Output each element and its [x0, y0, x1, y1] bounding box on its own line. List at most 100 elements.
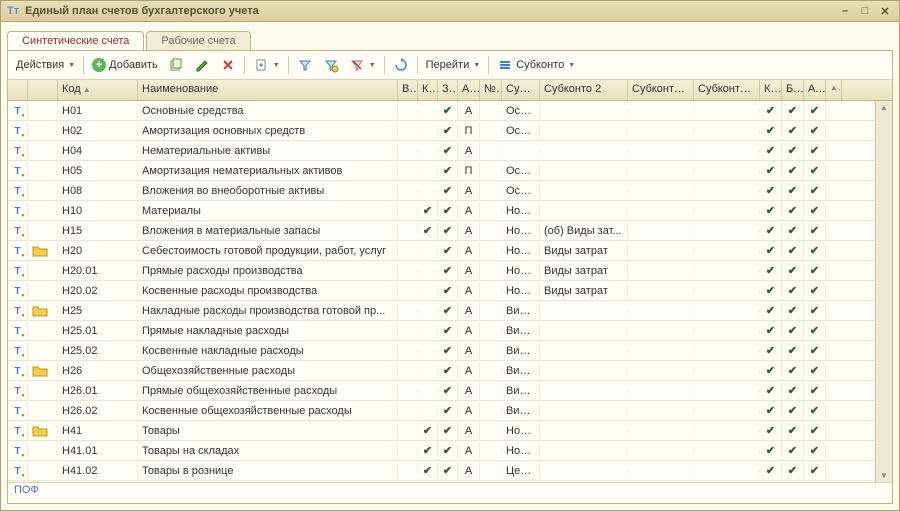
- row-type-icon: Т: [14, 286, 20, 297]
- cell-a: А: [458, 363, 480, 379]
- table-row[interactable]: ТН10Материалы✔✔АНом...✔✔✔: [8, 201, 875, 221]
- table-row[interactable]: ТН25Накладные расходы производства готов…: [8, 301, 875, 321]
- cell-sub4: [694, 149, 760, 153]
- subkonto-menu[interactable]: Субконто▼: [493, 55, 579, 75]
- refresh-button[interactable]: [389, 55, 413, 75]
- cell-bu: ✔: [782, 302, 804, 319]
- cell-bu: ✔: [782, 202, 804, 219]
- actions-menu[interactable]: Действия▼: [12, 55, 79, 75]
- refresh-icon: [393, 57, 409, 73]
- cell-name: Вложения в материальные запасы: [138, 223, 398, 239]
- col-sub1[interactable]: Суб...: [502, 80, 540, 100]
- tab-working[interactable]: Рабочие счета: [146, 31, 250, 50]
- table-row[interactable]: ТН04Нематериальные активы✔А✔✔✔: [8, 141, 875, 161]
- edit-button[interactable]: [190, 55, 214, 75]
- col-folder[interactable]: [28, 80, 58, 100]
- move-button[interactable]: ▼: [249, 55, 284, 75]
- cell-bu: ✔: [782, 362, 804, 379]
- filter-button[interactable]: [293, 55, 317, 75]
- col-scroll-head[interactable]: ▲: [826, 80, 842, 100]
- cell-bu: ✔: [782, 182, 804, 199]
- cell-n: [480, 369, 502, 373]
- add-copy-button[interactable]: [164, 55, 188, 75]
- col-n[interactable]: №..: [480, 80, 502, 100]
- maximize-button[interactable]: □: [857, 4, 873, 18]
- table-row[interactable]: ТН26.01Прямые общехозяйственные расходы✔…: [8, 381, 875, 401]
- cell-code: Н04: [58, 143, 138, 159]
- scrollbar[interactable]: ▲ ▼: [875, 101, 892, 482]
- scroll-down-icon[interactable]: ▼: [880, 469, 888, 482]
- table-row[interactable]: ТН05Амортизация нематериальных активов✔П…: [8, 161, 875, 181]
- table-row[interactable]: ТН20Себестоимость готовой продукции, раб…: [8, 241, 875, 261]
- close-button[interactable]: ✕: [877, 4, 893, 18]
- cell-sub1: Ном...: [502, 243, 540, 259]
- table-row[interactable]: ТН01Основные средства✔АОсн...✔✔✔: [8, 101, 875, 121]
- col-sub2[interactable]: Субконто 2: [540, 80, 628, 100]
- cell-k: [418, 269, 438, 273]
- cell-sub4: [694, 169, 760, 173]
- cell-sub4: [694, 189, 760, 193]
- goto-menu[interactable]: Перейти▼: [422, 55, 485, 75]
- cell-au: ✔: [804, 162, 826, 179]
- col-code[interactable]: Код▲: [58, 80, 138, 100]
- cell-sub3: [628, 309, 694, 313]
- cell-sub1: Вид...: [502, 403, 540, 419]
- cell-sub1: Цен...: [502, 463, 540, 479]
- table-row[interactable]: ТН41.02Товары в рознице✔✔АЦен...✔✔✔: [8, 461, 875, 481]
- cell-sub3: [628, 229, 694, 233]
- table-row[interactable]: ТН02Амортизация основных средств✔ПОсн...…: [8, 121, 875, 141]
- col-a[interactable]: А...: [458, 80, 480, 100]
- cell-sub1: Ном...: [502, 263, 540, 279]
- cell-sub3: [628, 429, 694, 433]
- filter-off-button[interactable]: ▼: [345, 55, 380, 75]
- cell-z: ✔: [438, 302, 458, 319]
- cell-k: ✔: [418, 202, 438, 219]
- col-k[interactable]: К...: [418, 80, 438, 100]
- table-row[interactable]: ТН41.01Товары на складах✔✔АНом...✔✔✔: [8, 441, 875, 461]
- col-sub4[interactable]: Субконто 4: [694, 80, 760, 100]
- add-button[interactable]: +Добавить: [88, 55, 162, 75]
- scroll-up-icon[interactable]: ▲: [880, 101, 888, 114]
- minimize-button[interactable]: –: [837, 4, 853, 18]
- delete-button[interactable]: [216, 55, 240, 75]
- cell-z: ✔: [438, 442, 458, 459]
- col-v[interactable]: В...: [398, 80, 418, 100]
- cell-ku: ✔: [760, 282, 782, 299]
- cell-bu: ✔: [782, 322, 804, 339]
- cell-au: ✔: [804, 442, 826, 459]
- row-type-icon: Т: [14, 126, 20, 137]
- cell-z: ✔: [438, 402, 458, 419]
- table-row[interactable]: ТН15Вложения в материальные запасы✔✔АНом…: [8, 221, 875, 241]
- cell-sub3: [628, 469, 694, 473]
- table-row[interactable]: ТН25.02Косвенные накладные расходы✔АВид.…: [8, 341, 875, 361]
- tab-synthetic[interactable]: Синтетические счета: [7, 31, 144, 50]
- col-z[interactable]: З...: [438, 80, 458, 100]
- cell-sub3: [628, 349, 694, 353]
- toolbar: Действия▼ +Добавить ▼ ▼ Перейти▼ Субконт…: [8, 51, 892, 80]
- col-name[interactable]: Наименование: [138, 80, 398, 100]
- col-bu[interactable]: БУ: [782, 80, 804, 100]
- cell-name: Амортизация основных средств: [138, 123, 398, 139]
- cell-bu: ✔: [782, 102, 804, 119]
- cell-n: [480, 289, 502, 293]
- cell-sub1: Вид...: [502, 383, 540, 399]
- grid-body[interactable]: ТН01Основные средства✔АОсн...✔✔✔ТН02Амор…: [8, 101, 875, 482]
- col-sub3[interactable]: Субконто 3: [628, 80, 694, 100]
- table-row[interactable]: ТН20.01Прямые расходы производства✔АНом.…: [8, 261, 875, 281]
- col-au[interactable]: АУ: [804, 80, 826, 100]
- col-ku[interactable]: КУ: [760, 80, 782, 100]
- table-row[interactable]: ТН25.01Прямые накладные расходы✔АВид...✔…: [8, 321, 875, 341]
- filter2-button[interactable]: [319, 55, 343, 75]
- table-row[interactable]: ТН41Товары✔✔АНом...✔✔✔: [8, 421, 875, 441]
- table-row[interactable]: ТН26.02Косвенные общехозяйственные расхо…: [8, 401, 875, 421]
- cell-code: Н05: [58, 163, 138, 179]
- table-row[interactable]: ТН20.02Косвенные расходы производства✔АН…: [8, 281, 875, 301]
- cell-code: Н41: [58, 423, 138, 439]
- table-row[interactable]: ТН26Общехозяйственные расходы✔АВид...✔✔✔: [8, 361, 875, 381]
- cell-name: Основные средства: [138, 103, 398, 119]
- cell-k: [418, 149, 438, 153]
- col-icon[interactable]: [8, 80, 28, 100]
- table-row[interactable]: ТН08Вложения во внеоборотные активы✔АОсн…: [8, 181, 875, 201]
- cell-name: Товары на складах: [138, 443, 398, 459]
- cell-au: ✔: [804, 122, 826, 139]
